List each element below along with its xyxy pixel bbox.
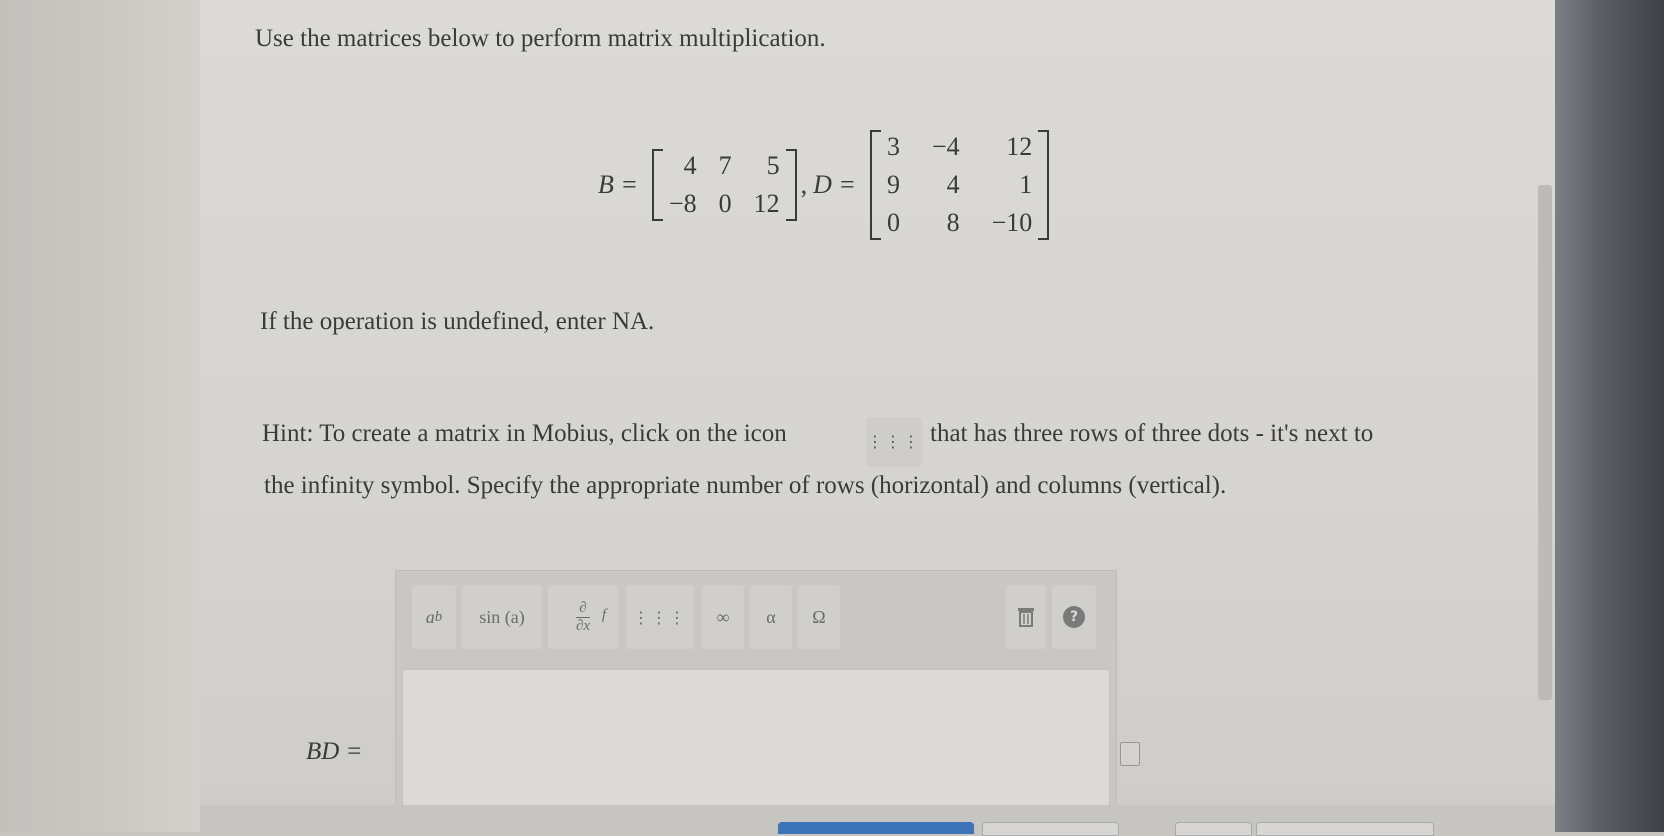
screen-bezel — [1555, 0, 1664, 832]
right-bracket — [785, 149, 797, 221]
matrix-cell: 12 — [1006, 132, 1033, 161]
clear-button[interactable] — [1006, 585, 1046, 649]
left-bracket — [651, 149, 663, 221]
document-icon[interactable] — [1120, 742, 1140, 766]
matrix-cell: 5 — [766, 151, 780, 180]
primary-action-button[interactable] — [778, 822, 974, 834]
matrix-b: 4 7 5 −8 0 12 — [651, 149, 797, 221]
secondary-action-button[interactable] — [982, 822, 1119, 836]
derivative-button[interactable]: ∂ ∂x f — [548, 585, 618, 649]
matrix-cell: −4 — [931, 132, 960, 161]
trig-button[interactable]: sin (a) — [462, 585, 542, 649]
page-left-margin — [0, 0, 200, 832]
answer-input[interactable] — [402, 669, 1110, 811]
matrix-b-label: B = — [598, 170, 638, 199]
matrix-d-label: D = — [813, 170, 856, 199]
help-button[interactable]: ? — [1052, 585, 1096, 649]
tertiary-action-button[interactable] — [1175, 822, 1252, 836]
matrix-d: 3 −4 12 9 4 1 0 8 −10 — [869, 130, 1050, 240]
matrix-d-grid: 3 −4 12 9 4 1 0 8 −10 — [881, 130, 1038, 240]
symbol-omega-button[interactable]: Ω — [798, 585, 840, 649]
answer-label: BD = — [306, 738, 363, 765]
hint-text-part1: Hint: To create a matrix in Mobius, clic… — [262, 420, 787, 447]
hint-text-line2: the infinity symbol. Specify the appropr… — [264, 472, 1227, 499]
quaternary-action-button[interactable] — [1256, 822, 1434, 836]
matrix-cell: 7 — [718, 151, 732, 180]
matrix-cell: −10 — [991, 208, 1033, 237]
matrix-cell: 4 — [946, 170, 960, 199]
matrix-b-grid: 4 7 5 −8 0 12 — [663, 149, 786, 221]
hint-text-part2: that has three rows of three dots - it's… — [930, 420, 1374, 447]
scrollbar[interactable] — [1538, 185, 1552, 700]
matrix-cell: 1 — [1019, 170, 1033, 199]
matrix-cell: 4 — [683, 151, 697, 180]
matrix-cell: 12 — [753, 189, 780, 218]
power-base: a — [425, 606, 435, 627]
trash-icon — [1018, 608, 1034, 627]
matrix-cell: 8 — [946, 208, 960, 237]
undefined-note: If the operation is undefined, enter NA. — [260, 308, 655, 335]
math-editor: ab sin (a) ∂ ∂x f ⋮⋮⋮ ∞ α Ω ? — [395, 570, 1117, 812]
greek-alpha-button[interactable]: α — [750, 585, 792, 649]
matrix-cell: −8 — [668, 189, 697, 218]
derivative-top: ∂ — [579, 599, 587, 616]
instruction-text: Use the matrices below to perform matrix… — [255, 25, 826, 52]
editor-toolbar: ab sin (a) ∂ ∂x f ⋮⋮⋮ ∞ α Ω ? — [396, 571, 1116, 669]
matrix-definitions: B = 4 7 5 −8 0 12 , D = 3 −4 12 9 4 1 0 8 −10 — [598, 120, 1053, 250]
power-button[interactable]: ab — [412, 585, 456, 649]
derivative-f: f — [601, 607, 606, 623]
matrix-cell: 3 — [886, 132, 900, 161]
matrix-icon: ⋮⋮⋮ — [866, 417, 922, 467]
matrix-cell: 0 — [886, 208, 900, 237]
left-bracket — [869, 130, 881, 240]
infinity-button[interactable]: ∞ — [702, 585, 744, 649]
right-bracket — [1038, 130, 1050, 240]
power-exponent: b — [434, 608, 443, 625]
help-icon: ? — [1063, 606, 1085, 628]
matrix-button[interactable]: ⋮⋮⋮ — [626, 585, 694, 649]
derivative-bottom: ∂x — [575, 616, 591, 634]
separator: , — [800, 170, 808, 199]
matrix-cell: 9 — [886, 170, 900, 199]
matrix-cell: 0 — [718, 189, 732, 218]
